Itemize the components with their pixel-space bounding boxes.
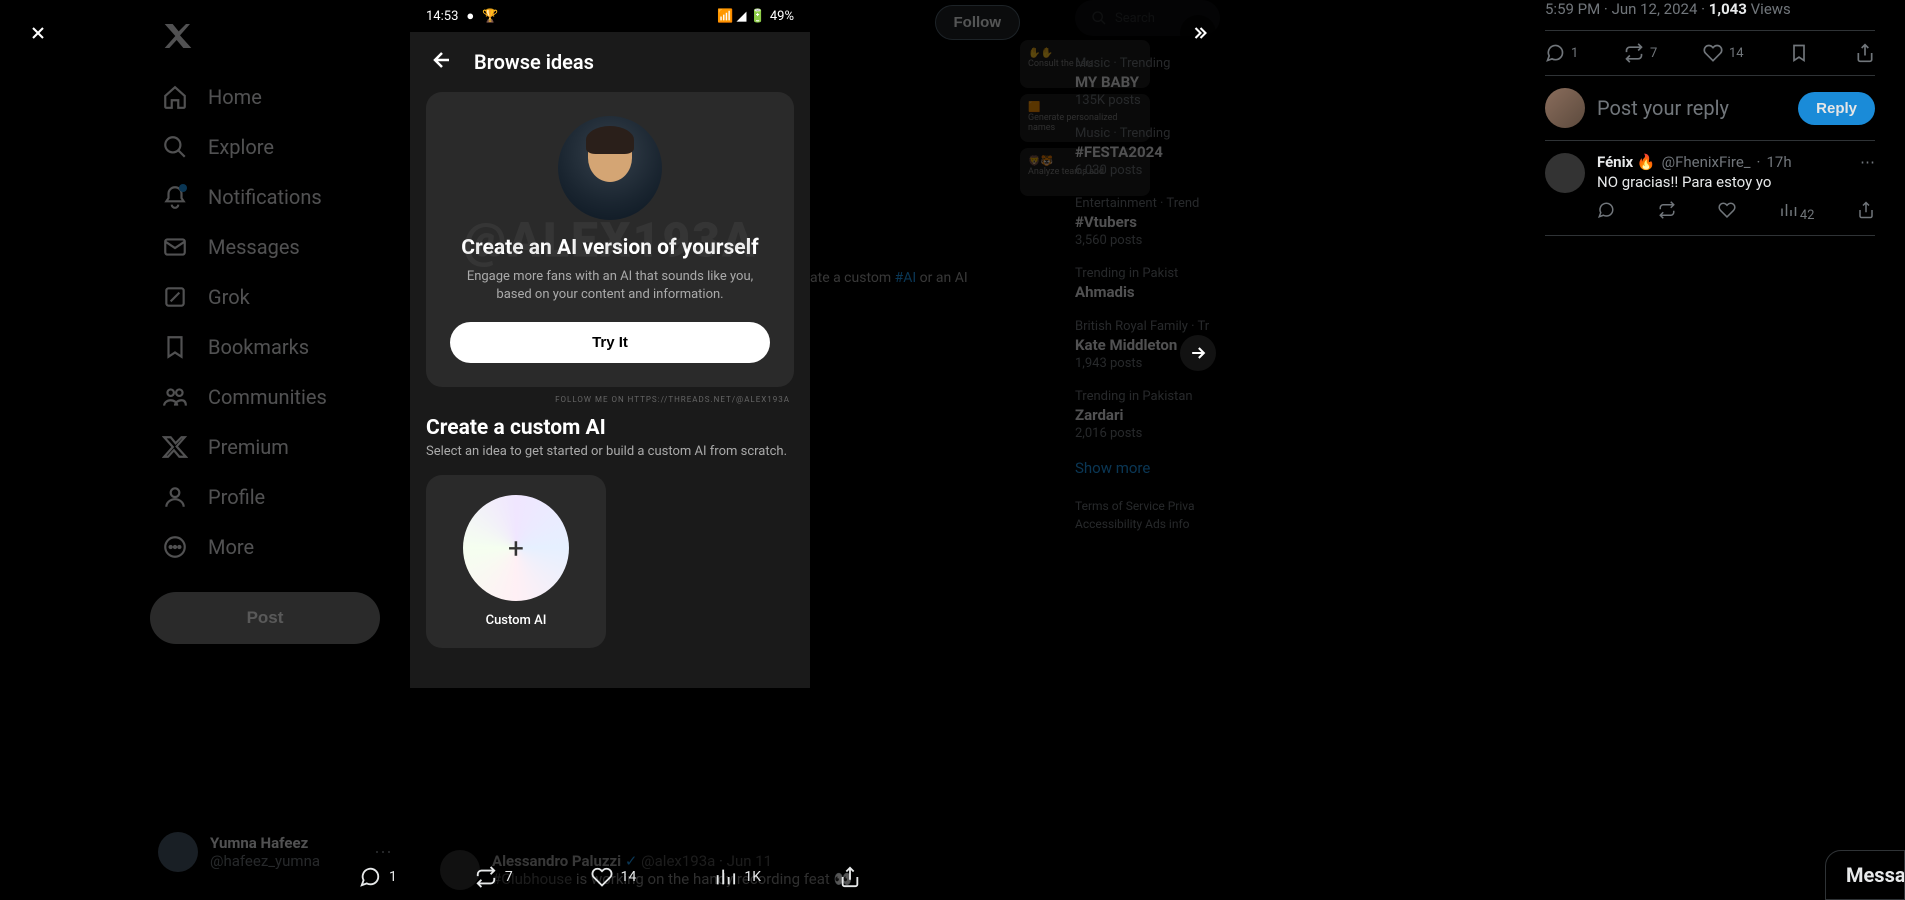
post-button[interactable]: Post — [150, 592, 380, 644]
retweet-action[interactable] — [1658, 201, 1676, 223]
tweet-detail-panel: 5:59 PM · Jun 12, 2024 · 1,043 Views 1 7… — [1545, 0, 1875, 236]
trend-item[interactable]: Entertainment · Trend#Vtubers3,560 posts — [1075, 196, 1220, 248]
account-more-icon[interactable]: ⋯ — [374, 842, 392, 863]
try-it-button[interactable]: Try It — [450, 322, 770, 363]
trends-column: Search Music · TrendingMY BABY135K posts… — [1075, 0, 1220, 900]
tweet-timestamp[interactable]: 5:59 PM · Jun 12, 2024 · 1,043 Views — [1545, 0, 1875, 18]
nav-messages[interactable]: Messages — [150, 222, 410, 272]
back-icon[interactable] — [430, 48, 454, 76]
nav-more[interactable]: More — [150, 522, 410, 572]
custom-ai-tile[interactable]: + Custom AI — [426, 475, 606, 648]
like-action[interactable]: 14 — [1703, 43, 1744, 63]
next-image-button-top[interactable] — [1180, 15, 1216, 51]
nav-communities[interactable]: Communities — [150, 372, 410, 422]
ai-version-card: @ALEX193A Create an AI version of yourse… — [426, 92, 794, 387]
show-more-link[interactable]: Show more — [1075, 459, 1220, 477]
watermark-text: FOLLOW ME ON HTTPS://THREADS.NET/@ALEX19… — [426, 395, 790, 404]
card-subtitle: Engage more fans with an AI that sounds … — [450, 268, 770, 304]
nav-grok-label: Grok — [208, 285, 250, 309]
reply-author-name[interactable]: Fénix 🔥 — [1597, 153, 1656, 171]
phone-status-bar: 14:53 ● 🏆 📶 ◢ 🔋49% — [410, 0, 810, 32]
trend-item[interactable]: Music · Trending#FESTA20246,030 posts — [1075, 126, 1220, 178]
browse-header: Browse ideas — [410, 32, 810, 92]
like-action[interactable] — [1718, 201, 1736, 223]
account-avatar — [158, 832, 198, 872]
nav-bookmarks[interactable]: Bookmarks — [150, 322, 410, 372]
custom-ai-subtitle: Select an idea to get started or build a… — [426, 444, 794, 459]
reply-tweet[interactable]: Fénix 🔥 @FhenixFire_ · 17h ⋯ NO gracias!… — [1545, 141, 1875, 236]
account-display-name: Yumna Hafeez — [210, 834, 320, 852]
nav-home[interactable]: Home — [150, 72, 410, 122]
nav-grok[interactable]: Grok — [150, 272, 410, 322]
plus-icon: + — [463, 495, 569, 601]
trend-item[interactable]: Music · TrendingMY BABY135K posts — [1075, 56, 1220, 108]
close-lightbox-button[interactable] — [20, 15, 56, 51]
account-handle: @hafeez_yumna — [210, 852, 320, 870]
card-title: Create an AI version of yourself — [450, 236, 770, 260]
nav-messages-label: Messages — [208, 235, 300, 259]
reply-placeholder[interactable]: Post your reply — [1597, 96, 1786, 120]
footer-links[interactable]: Terms of Service Priva Accessibility Ads… — [1075, 497, 1220, 533]
reply-compose[interactable]: Post your reply Reply — [1545, 76, 1875, 141]
reply-text: NO gracias!! Para estoy yo — [1597, 173, 1875, 191]
tweet-actions-bar: 1 7 14 — [1545, 30, 1875, 76]
browse-title: Browse ideas — [474, 50, 594, 74]
share-action[interactable] — [1855, 43, 1875, 63]
nav-more-label: More — [208, 535, 254, 559]
ai-avatar-image — [558, 116, 662, 220]
nav-communities-label: Communities — [208, 385, 327, 409]
bookmark-action[interactable] — [1789, 43, 1809, 63]
share-action[interactable] — [1857, 201, 1875, 223]
nav-home-label: Home — [208, 85, 262, 109]
media-lightbox-image: 14:53 ● 🏆 📶 ◢ 🔋49% Browse ideas @ALEX193… — [410, 0, 810, 688]
nav-notifications-label: Notifications — [208, 185, 322, 209]
nav-explore-label: Explore — [208, 135, 274, 159]
reply-time[interactable]: 17h — [1766, 153, 1791, 171]
trend-item[interactable]: Trending in PakistAhmadis — [1075, 266, 1220, 301]
notif-badge — [179, 184, 187, 192]
nav-bookmarks-label: Bookmarks — [208, 335, 309, 359]
lightbox-actions-bar: 1 7 14 1K — [320, 866, 900, 888]
reply-action[interactable]: 1 — [1545, 43, 1578, 63]
trend-item[interactable]: Trending in PakistanZardari2,016 posts — [1075, 389, 1220, 441]
primary-nav: Home Explore Notifications Messages Grok… — [150, 0, 410, 900]
nav-premium-label: Premium — [208, 435, 289, 459]
views-action[interactable]: 1K — [714, 866, 761, 888]
share-action[interactable] — [839, 866, 861, 888]
x-logo[interactable] — [162, 20, 194, 52]
reply-action[interactable] — [1597, 201, 1615, 223]
follow-button[interactable]: Follow — [935, 5, 1021, 40]
nav-profile[interactable]: Profile — [150, 472, 410, 522]
retweet-action[interactable]: 7 — [1624, 43, 1657, 63]
reply-button[interactable]: Reply — [1798, 92, 1875, 125]
more-icon[interactable]: ⋯ — [1860, 153, 1875, 171]
nav-profile-label: Profile — [208, 485, 265, 509]
custom-ai-title: Create a custom AI — [426, 416, 794, 440]
messages-drawer[interactable]: Messa — [1825, 850, 1905, 900]
reply-action[interactable]: 1 — [359, 866, 397, 888]
hashtag-ai[interactable]: #AI — [895, 270, 917, 286]
views-action[interactable]: 42 — [1779, 201, 1815, 223]
retweet-action[interactable]: 7 — [475, 866, 513, 888]
next-image-button[interactable] — [1180, 335, 1216, 371]
nav-notifications[interactable]: Notifications — [150, 172, 410, 222]
user-avatar — [1545, 88, 1585, 128]
nav-premium[interactable]: Premium — [150, 422, 410, 472]
like-action[interactable]: 14 — [591, 866, 637, 888]
reply-avatar[interactable] — [1545, 153, 1585, 193]
reply-author-handle[interactable]: @FhenixFire_ — [1662, 153, 1751, 171]
nav-explore[interactable]: Explore — [150, 122, 410, 172]
